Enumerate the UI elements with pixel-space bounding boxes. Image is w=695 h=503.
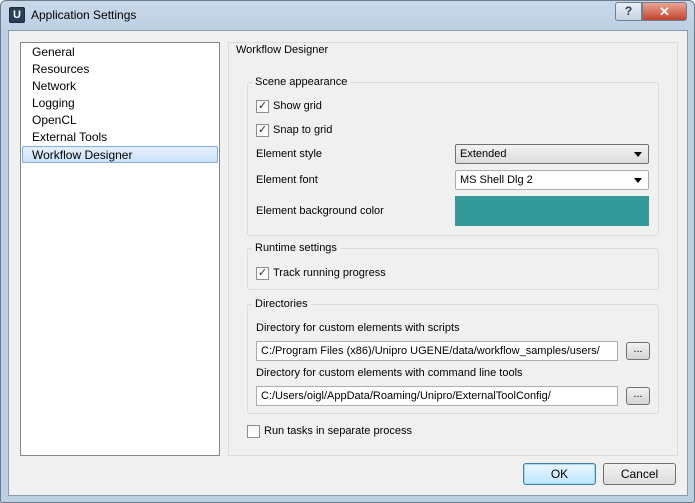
chevron-down-icon <box>634 178 642 183</box>
element-style-label: Element style <box>256 148 323 160</box>
application-settings-window: U Application Settings ? ✕ General Resou… <box>0 0 695 503</box>
workflow-designer-page: Workflow Designer Scene appearance ✓ Sho… <box>228 42 678 456</box>
show-grid-label: Show grid <box>273 100 322 112</box>
element-bg-color-picker[interactable] <box>455 196 649 226</box>
group-title-scene: Scene appearance <box>252 76 351 88</box>
nav-item-logging[interactable]: Logging <box>22 95 218 112</box>
title-bar[interactable]: U Application Settings ? ✕ <box>1 1 694 31</box>
ugene-app-icon: U <box>9 7 25 23</box>
nav-item-resources[interactable]: Resources <box>22 61 218 78</box>
element-bg-color-label: Element background color <box>256 205 384 217</box>
nav-item-general[interactable]: General <box>22 44 218 61</box>
tools-dir-input[interactable]: C:/Users/oigl/AppData/Roaming/Unipro/Ext… <box>256 386 618 406</box>
show-grid-checkbox[interactable]: ✓ Show grid <box>256 99 376 115</box>
snap-to-grid-label: Snap to grid <box>273 124 333 136</box>
nav-item-workflow-designer[interactable]: Workflow Designer <box>22 146 218 163</box>
group-title-runtime: Runtime settings <box>252 242 340 254</box>
help-button[interactable]: ? <box>615 2 642 21</box>
scene-appearance-group: Scene appearance ✓ Show grid ✓ Snap to g… <box>247 76 659 236</box>
snap-to-grid-check-icon[interactable]: ✓ <box>256 124 269 137</box>
element-style-value: Extended <box>460 148 507 160</box>
cancel-button[interactable]: Cancel <box>603 463 676 485</box>
run-separate-check-box[interactable] <box>247 425 260 438</box>
run-separate-process-checkbox[interactable]: Run tasks in separate process <box>247 424 447 440</box>
element-font-select[interactable]: MS Shell Dlg 2 <box>455 170 649 190</box>
ok-button[interactable]: OK <box>523 463 596 485</box>
tools-dir-browse-button[interactable]: ... <box>626 387 650 405</box>
element-font-label: Element font <box>256 174 318 186</box>
page-title: Workflow Designer <box>236 44 329 56</box>
window-title: Application Settings <box>31 8 137 22</box>
directories-group: Directories Directory for custom element… <box>247 298 659 414</box>
snap-to-grid-checkbox[interactable]: ✓ Snap to grid <box>256 123 376 139</box>
show-grid-check-icon[interactable]: ✓ <box>256 100 269 113</box>
scripts-dir-label: Directory for custom elements with scrip… <box>256 322 460 334</box>
nav-item-opencl[interactable]: OpenCL <box>22 112 218 129</box>
group-title-directories: Directories <box>252 298 311 310</box>
track-progress-checkbox[interactable]: ✓ Track running progress <box>256 266 456 282</box>
chevron-down-icon <box>634 152 642 157</box>
track-progress-label: Track running progress <box>273 267 386 279</box>
settings-category-list[interactable]: General Resources Network Logging OpenCL… <box>20 42 220 456</box>
element-font-value: MS Shell Dlg 2 <box>460 174 533 186</box>
run-separate-label: Run tasks in separate process <box>264 425 412 437</box>
runtime-settings-group: Runtime settings ✓ Track running progres… <box>247 242 659 290</box>
nav-item-network[interactable]: Network <box>22 78 218 95</box>
scripts-dir-browse-button[interactable]: ... <box>626 342 650 360</box>
close-button[interactable]: ✕ <box>642 2 687 21</box>
track-progress-check-icon[interactable]: ✓ <box>256 267 269 280</box>
nav-item-external-tools[interactable]: External Tools <box>22 129 218 146</box>
element-style-select[interactable]: Extended <box>455 144 649 164</box>
tools-dir-label: Directory for custom elements with comma… <box>256 367 523 379</box>
scripts-dir-input[interactable]: C:/Program Files (x86)/Unipro UGENE/data… <box>256 341 618 361</box>
dialog-client-area: General Resources Network Logging OpenCL… <box>8 30 688 496</box>
